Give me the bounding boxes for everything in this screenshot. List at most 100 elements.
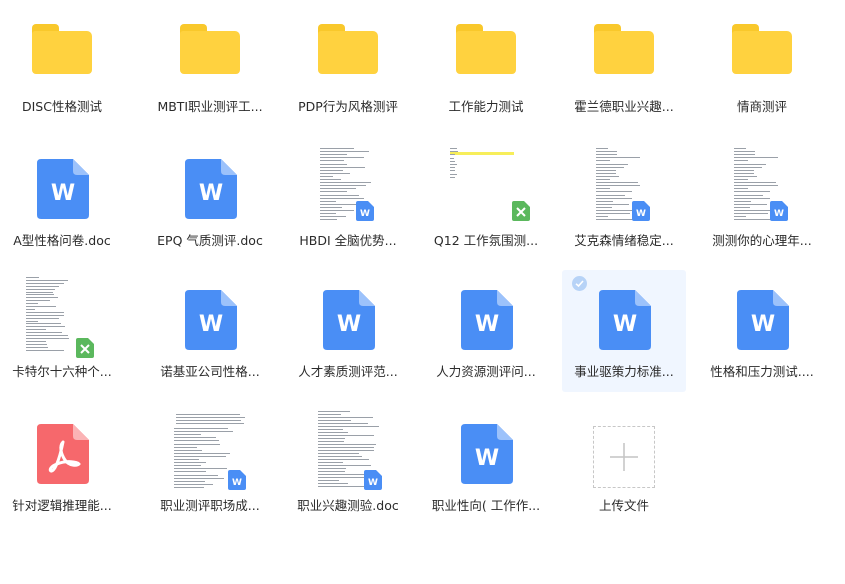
file-item[interactable]: 针对逻辑推理能... xyxy=(0,404,124,526)
file-item[interactable]: W 测测你的心理年... xyxy=(700,139,824,261)
word-doc-icon: W xyxy=(185,159,237,219)
item-icon-area xyxy=(700,5,824,97)
upload-dropzone[interactable] xyxy=(593,426,655,488)
word-doc-icon: W xyxy=(461,424,513,484)
folder-item[interactable]: 情商测评 xyxy=(700,5,824,127)
item-icon-area xyxy=(286,5,410,97)
svg-text:W: W xyxy=(475,312,499,337)
item-label: 上传文件 xyxy=(598,498,649,513)
file-item[interactable]: W 人才素质测评范... xyxy=(286,270,410,392)
word-badge-icon: W xyxy=(228,470,246,490)
folder-item[interactable]: DISC性格测试 xyxy=(0,5,124,127)
item-icon-area xyxy=(0,404,124,496)
item-label: 职业兴趣测验.doc xyxy=(297,498,399,513)
item-label: Q12 工作氛围测... xyxy=(433,233,539,248)
item-icon-area: W xyxy=(562,139,686,231)
word-badge-icon: W xyxy=(632,201,650,221)
excel-badge-icon xyxy=(512,201,530,221)
file-grid: DISC性格测试 MBTI职业测评工... PDP行为风格测评 工作能力测试 霍兰德职业… xyxy=(0,0,845,584)
folder-item[interactable]: MBTI职业测评工... xyxy=(148,5,272,127)
file-item[interactable]: W 职业兴趣测验.doc xyxy=(286,404,410,526)
word-badge-icon: W xyxy=(364,470,382,490)
item-icon-area xyxy=(424,5,548,97)
item-label: EPQ 气质测评.doc xyxy=(157,233,263,248)
file-item[interactable]: W 事业驱策力标准... xyxy=(562,270,686,392)
folder-item[interactable]: 霍兰德职业兴趣... xyxy=(562,5,686,127)
file-item[interactable]: W 性格和压力测试.... xyxy=(700,270,824,392)
pdf-icon xyxy=(37,424,89,484)
item-label: 情商测评 xyxy=(736,99,787,114)
plus-icon xyxy=(610,443,638,471)
folder-icon xyxy=(318,24,378,74)
file-item[interactable]: Q12 工作氛围测... xyxy=(424,139,548,261)
item-label: 人才素质测评范... xyxy=(298,364,398,379)
item-icon-area xyxy=(562,5,686,97)
item-label: HBDI 全脑优势... xyxy=(299,233,397,248)
svg-text:W: W xyxy=(360,209,370,219)
file-item[interactable]: W 艾克森情绪稳定... xyxy=(562,139,686,261)
item-icon-area: W xyxy=(286,139,410,231)
folder-icon xyxy=(456,24,516,74)
item-icon-area xyxy=(148,5,272,97)
folder-item[interactable]: 工作能力测试 xyxy=(424,5,548,127)
item-icon-area: W xyxy=(148,139,272,231)
item-label: 人力资源测评问... xyxy=(436,364,536,379)
word-badge-icon: W xyxy=(770,201,788,221)
word-doc-icon: W xyxy=(185,290,237,350)
item-icon-area: W xyxy=(424,270,548,362)
svg-text:W: W xyxy=(368,478,378,488)
item-label: 工作能力测试 xyxy=(448,99,524,114)
item-icon-area xyxy=(0,5,124,97)
item-label: MBTI职业测评工... xyxy=(157,99,263,114)
file-item[interactable]: W EPQ 气质测评.doc xyxy=(148,139,272,261)
file-item[interactable]: W A型性格问卷.doc xyxy=(0,139,124,261)
item-icon-area: W xyxy=(424,404,548,496)
item-icon-area: W xyxy=(286,404,410,496)
word-doc-icon: W xyxy=(323,290,375,350)
file-item[interactable]: 卡特尔十六种个... xyxy=(0,270,124,392)
item-label: 测测你的心理年... xyxy=(712,233,812,248)
item-icon-area: W xyxy=(148,404,272,496)
svg-text:W: W xyxy=(232,478,242,488)
item-label: 艾克森情绪稳定... xyxy=(574,233,674,248)
item-label: A型性格问卷.doc xyxy=(13,233,111,248)
item-label: 事业驱策力标准... xyxy=(574,364,674,379)
item-label: 职业测评职场成... xyxy=(160,498,260,513)
item-icon-area: W xyxy=(148,270,272,362)
item-icon-area: W xyxy=(700,270,824,362)
svg-text:W: W xyxy=(774,209,784,219)
item-icon-area: W xyxy=(286,270,410,362)
word-badge-icon: W xyxy=(356,201,374,221)
word-doc-icon: W xyxy=(599,290,651,350)
folder-icon xyxy=(32,24,92,74)
item-icon-area xyxy=(0,270,124,362)
item-label: 霍兰德职业兴趣... xyxy=(574,99,674,114)
folder-icon xyxy=(732,24,792,74)
upload-file-tile[interactable]: 上传文件 xyxy=(562,404,686,526)
svg-text:W: W xyxy=(199,181,223,206)
excel-badge-icon xyxy=(76,338,94,358)
file-item[interactable]: W 职业测评职场成... xyxy=(148,404,272,526)
svg-text:W: W xyxy=(636,209,646,219)
item-label: 职业性向( 工作作... xyxy=(431,498,541,513)
item-icon-area: W xyxy=(700,139,824,231)
folder-item[interactable]: PDP行为风格测评 xyxy=(286,5,410,127)
file-item[interactable]: W HBDI 全脑优势... xyxy=(286,139,410,261)
word-doc-icon: W xyxy=(461,290,513,350)
svg-text:W: W xyxy=(199,312,223,337)
folder-icon xyxy=(180,24,240,74)
item-icon-area xyxy=(562,404,686,496)
file-item[interactable]: W 人力资源测评问... xyxy=(424,270,548,392)
file-item[interactable]: W 诺基亚公司性格... xyxy=(148,270,272,392)
item-label: PDP行为风格测评 xyxy=(298,99,398,114)
item-label: 性格和压力测试.... xyxy=(710,364,814,379)
item-label: 卡特尔十六种个... xyxy=(12,364,112,379)
svg-text:W: W xyxy=(751,312,775,337)
item-icon-area: W xyxy=(0,139,124,231)
item-icon-area xyxy=(424,139,548,231)
item-label: 诺基亚公司性格... xyxy=(160,364,260,379)
svg-text:W: W xyxy=(613,312,637,337)
word-doc-icon: W xyxy=(37,159,89,219)
file-item[interactable]: W 职业性向( 工作作... xyxy=(424,404,548,526)
checkmark-icon[interactable] xyxy=(572,276,587,291)
